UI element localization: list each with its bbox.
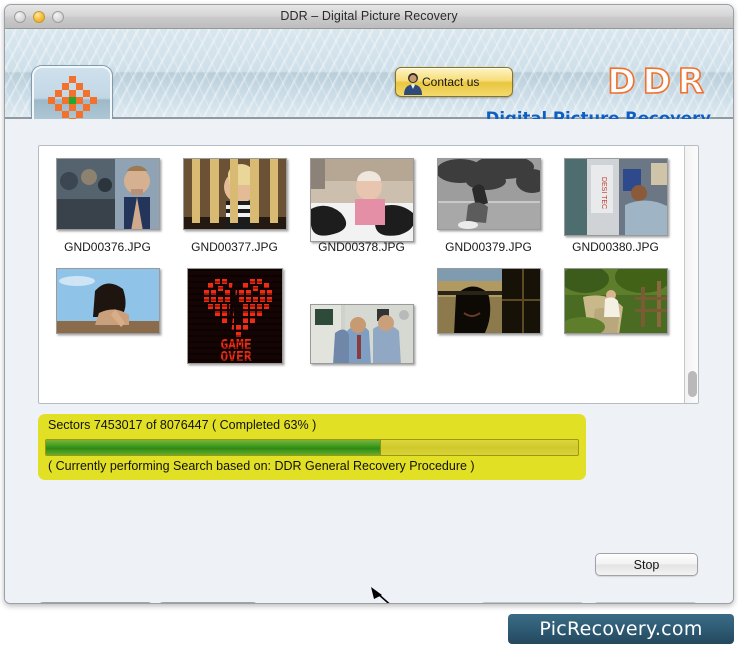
thumbnail-item[interactable]: GAME OVER <box>176 268 293 364</box>
thumbnail-image[interactable]: DESI TEC <box>563 158 668 236</box>
thumbnail-image[interactable] <box>563 268 668 334</box>
thumbnail-filename: GND00376.JPG <box>64 240 151 254</box>
ddr-logo: DDR <box>607 61 711 103</box>
thumbnail-item[interactable]: GND00377.JPG <box>176 158 293 254</box>
thumbnail-image[interactable] <box>309 158 414 242</box>
thumbnail-item[interactable] <box>557 268 674 364</box>
thumbnail-grid: GND00376.JPG GND00377.JPG GND00378.JPG G… <box>39 146 684 403</box>
thumbnail-image[interactable]: GAME OVER <box>186 268 283 364</box>
thumbnail-image[interactable] <box>55 268 160 334</box>
stop-button[interactable]: Stop <box>595 553 698 576</box>
thumbnail-item[interactable] <box>303 268 420 364</box>
svg-text:DESI TEC: DESI TEC <box>600 177 607 209</box>
thumbnail-image[interactable] <box>182 158 287 230</box>
title-bar: DDR – Digital Picture Recovery <box>5 5 733 29</box>
thumbnail-scrollbar[interactable] <box>684 146 698 403</box>
thumbnail-item[interactable]: DESI TEC GND00380.JPG <box>557 158 674 254</box>
thumbnail-item[interactable] <box>430 268 547 364</box>
header-banner: Contact us DDR Digital Picture Recovery <box>5 29 733 134</box>
progress-panel: Sectors 7453017 of 8076447 ( Completed 6… <box>38 414 586 480</box>
progress-bar-fill <box>46 440 382 455</box>
person-icon <box>404 73 422 95</box>
callout-arrow-icon <box>371 587 390 603</box>
thumbnail-image[interactable] <box>436 268 541 334</box>
thumbnail-filename: GND00377.JPG <box>191 240 278 254</box>
thumbnail-filename: GND00379.JPG <box>445 240 532 254</box>
contact-us-button[interactable]: Contact us <box>395 67 513 97</box>
scrollbar-thumb[interactable] <box>688 371 697 397</box>
thumbnail-item[interactable] <box>49 268 166 364</box>
contact-us-label: Contact us <box>422 75 480 89</box>
next-button[interactable]: Next > <box>593 602 698 603</box>
thumbnail-panel: GND00376.JPG GND00377.JPG GND00378.JPG G… <box>38 145 699 404</box>
thumbnail-filename: GND00380.JPG <box>572 240 659 254</box>
footer-brand-label: PicRecovery.com <box>539 618 703 640</box>
main-content: GND00376.JPG GND00377.JPG GND00378.JPG G… <box>5 119 733 603</box>
exit-button[interactable]: Exit <box>158 602 258 603</box>
thumbnail-image[interactable] <box>309 304 414 364</box>
thumbnail-item[interactable]: GND00379.JPG <box>430 158 547 254</box>
thumbnail-image[interactable] <box>436 158 541 230</box>
thumbnail-row-2: GAME OVER <box>39 268 684 364</box>
thumbnail-item[interactable]: GND00376.JPG <box>49 158 166 254</box>
thumbnail-filename: GND00378.JPG <box>318 240 405 254</box>
progress-bar <box>45 439 579 456</box>
thumbnail-row-1: GND00376.JPG GND00377.JPG GND00378.JPG G… <box>39 158 684 254</box>
back-button[interactable]: < Back <box>480 602 585 603</box>
thumbnail-image[interactable] <box>55 158 160 230</box>
thumbnail-item[interactable]: GND00378.JPG <box>303 158 420 254</box>
window-title: DDR – Digital Picture Recovery <box>280 9 458 23</box>
help-button[interactable]: Help <box>38 602 153 603</box>
progress-status-text: Sectors 7453017 of 8076447 ( Completed 6… <box>48 418 317 432</box>
svg-text:OVER: OVER <box>220 350 251 364</box>
progress-detail-text: ( Currently performing Search based on: … <box>48 459 475 473</box>
application-window: DDR – Digital Picture Recovery Contact u… <box>4 4 734 604</box>
footer-brand: PicRecovery.com <box>508 614 734 644</box>
